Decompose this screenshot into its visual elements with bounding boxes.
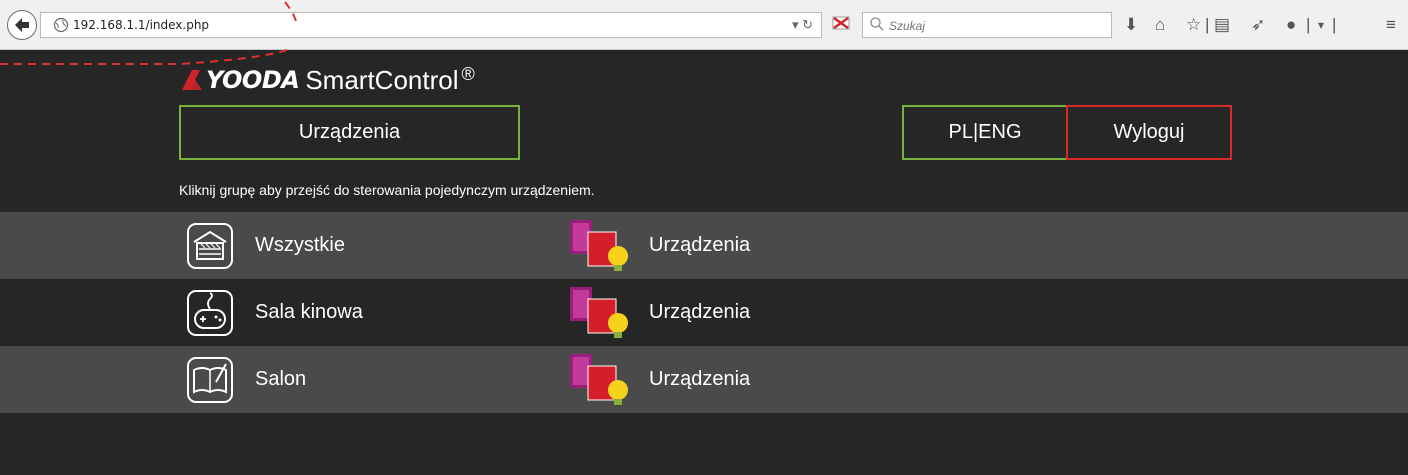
send-icon[interactable]: ➶ — [1251, 15, 1265, 35]
shield-icon[interactable]: ● — [1286, 15, 1296, 35]
clipboard-icon[interactable]: ▤ — [1214, 15, 1230, 35]
book-icon[interactable] — [186, 356, 234, 404]
devices-link[interactable]: Urządzenia — [649, 301, 750, 324]
group-row-salon[interactable]: Salon Urządzenia — [0, 346, 1408, 413]
globe-icon — [53, 17, 69, 33]
divider: | — [1332, 15, 1337, 34]
yooda-logo-mark-icon — [182, 70, 202, 90]
search-bar[interactable] — [862, 12, 1112, 38]
star-icon[interactable]: ☆ — [1186, 15, 1201, 35]
logo-registered: ® — [461, 63, 475, 84]
garage-icon[interactable] — [186, 222, 234, 270]
devices-link[interactable]: Urządzenia — [649, 368, 750, 391]
chevron-down-icon[interactable]: ▾ — [1318, 15, 1324, 35]
logo: YOODA SmartControl ® — [180, 64, 475, 96]
group-name[interactable]: Wszystkie — [255, 234, 345, 257]
group-row-wszystkie[interactable]: Wszystkie Urządzenia — [0, 212, 1408, 279]
reload-icon[interactable]: ↻ — [802, 17, 813, 32]
menu-icon[interactable]: ≡ — [1386, 15, 1396, 35]
devices-icon[interactable] — [568, 352, 628, 408]
logo-brand: YOODA — [206, 66, 300, 94]
download-icon[interactable]: ⬇ — [1124, 15, 1138, 35]
arrow-left-icon — [15, 18, 29, 32]
logo-product: SmartControl — [305, 64, 459, 95]
gamepad-icon[interactable] — [186, 289, 234, 337]
devices-button[interactable]: Urządzenia — [179, 105, 520, 160]
search-input[interactable] — [887, 16, 1101, 36]
devices-icon[interactable] — [568, 218, 628, 274]
home-icon[interactable]: ⌂ — [1155, 15, 1165, 35]
group-name[interactable]: Sala kinowa — [255, 301, 363, 324]
group-row-sala-kinowa[interactable]: Sala kinowa Urządzenia — [0, 279, 1408, 346]
url-text: 192.168.1.1/index.php — [73, 18, 210, 32]
search-icon — [870, 17, 884, 31]
back-button[interactable] — [7, 10, 37, 40]
divider: | — [1306, 15, 1311, 34]
devices-icon[interactable] — [568, 285, 628, 341]
devices-link[interactable]: Urządzenia — [649, 234, 750, 257]
hint-text: Kliknij grupę aby przejść do sterowania … — [179, 182, 595, 198]
address-bar[interactable]: 192.168.1.1/index.php ▾ ↻ — [40, 12, 822, 38]
divider: | — [1205, 15, 1210, 34]
browser-toolbar: 192.168.1.1/index.php ▾ ↻ ⬇ ⌂ ☆ | ▤ ➶ ● … — [0, 0, 1408, 50]
dropdown-icon[interactable]: ▾ — [792, 17, 799, 32]
group-name[interactable]: Salon — [255, 368, 306, 391]
url-actions: ▾ ↻ — [792, 17, 813, 33]
extension-icon[interactable] — [832, 16, 850, 30]
logout-button[interactable]: Wyloguj — [1066, 105, 1232, 160]
language-button[interactable]: PL|ENG — [902, 105, 1068, 160]
